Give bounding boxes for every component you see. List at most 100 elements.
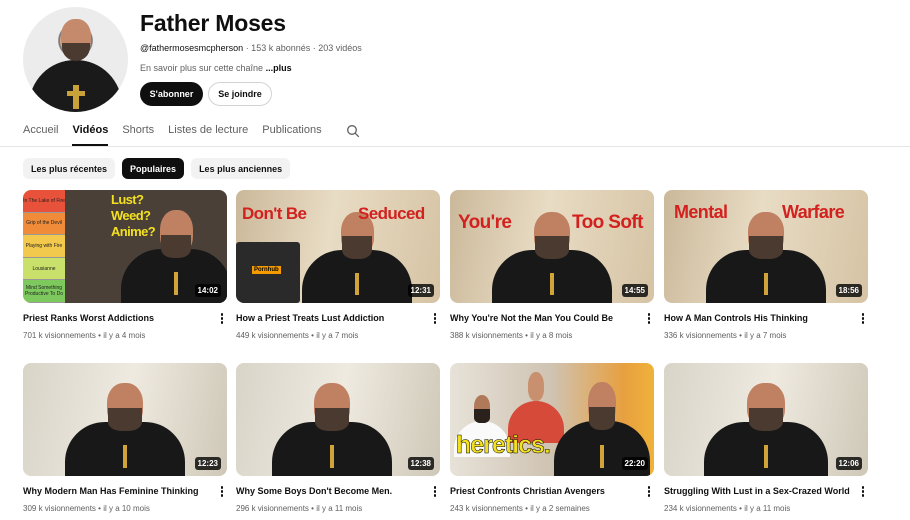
video-age: il y a 10 mois	[103, 504, 150, 513]
video-stats: 336 k visionnements • il y a 7 mois	[664, 331, 786, 340]
channel-counts: · 153 k abonnés · 203 vidéos	[243, 43, 362, 53]
search-icon[interactable]	[346, 124, 360, 138]
tab-shorts[interactable]: Shorts	[122, 122, 154, 146]
video-title[interactable]: Priest Ranks Worst Addictions	[23, 313, 209, 323]
video-title[interactable]: How A Man Controls His Thinking	[664, 313, 850, 323]
video-card[interactable]: Mental Warfare 18:56 How A Man Controls …	[664, 190, 868, 340]
video-stats: 388 k visionnements • il y a 8 mois	[450, 331, 572, 340]
channel-description-text: En savoir plus sur cette chaîne	[140, 63, 264, 73]
video-card[interactable]: Pornhub Don't Be Seduced 12:31 How a Pri…	[236, 190, 440, 340]
ladder-step: In The Lake of Fire	[23, 190, 65, 213]
video-duration: 12:31	[407, 284, 434, 297]
laptop-graphic: Pornhub	[236, 242, 300, 303]
chip-popular[interactable]: Populaires	[122, 158, 185, 179]
video-duration: 12:23	[194, 457, 221, 470]
video-views: 243 k visionnements	[450, 504, 523, 513]
video-duration: 14:55	[621, 284, 648, 297]
thumb-text: Warfare	[782, 202, 845, 222]
thumb-text: You're	[458, 212, 512, 233]
chip-oldest[interactable]: Les plus anciennes	[191, 158, 291, 179]
thumb-text: Weed?	[111, 208, 151, 223]
video-duration: 12:06	[835, 457, 862, 470]
tab-home[interactable]: Accueil	[23, 122, 58, 146]
video-views: 234 k visionnements	[664, 504, 737, 513]
ladder-step: Grip of the Devil	[23, 212, 65, 236]
video-thumbnail[interactable]: In The Lake of Fire Grip of the Devil Pl…	[23, 190, 227, 303]
priest-figure	[65, 373, 185, 476]
video-views: 388 k visionnements	[450, 331, 523, 340]
video-age: il y a 11 mois	[744, 504, 791, 513]
addiction-ladder: In The Lake of Fire Grip of the Devil Pl…	[23, 190, 65, 303]
more-options-icon[interactable]	[860, 313, 866, 325]
avatar-cross	[67, 85, 85, 109]
video-age: il y a 4 mois	[103, 331, 146, 340]
video-stats: 309 k visionnements • il y a 10 mois	[23, 504, 150, 513]
video-card[interactable]: 12:23 Why Modern Man Has Feminine Thinki…	[23, 363, 227, 513]
channel-avatar[interactable]	[23, 7, 128, 112]
video-card[interactable]: You're Too Soft 14:55 Why You're Not the…	[450, 190, 654, 340]
video-duration: 22:20	[621, 457, 648, 470]
more-options-icon[interactable]	[432, 313, 438, 325]
ladder-step: Lousianne	[23, 257, 65, 281]
tabs-divider	[0, 146, 910, 147]
video-age: il y a 11 mois	[316, 504, 363, 513]
more-options-icon[interactable]	[646, 486, 652, 498]
tab-videos[interactable]: Vidéos	[72, 122, 108, 146]
video-age: il y a 7 mois	[316, 331, 359, 340]
video-thumbnail[interactable]: Mental Warfare 18:56	[664, 190, 868, 303]
ladder-step: Mind Something Productive To Do	[23, 280, 65, 303]
more-options-icon[interactable]	[646, 313, 652, 325]
channel-name: Father Moses	[140, 10, 286, 36]
more-options-icon[interactable]	[219, 313, 225, 325]
avatar-beard	[62, 43, 90, 61]
video-views: 336 k visionnements	[664, 331, 737, 340]
channel-handle: @fathermosesmcpherson	[140, 43, 244, 53]
video-thumbnail[interactable]: Pornhub Don't Be Seduced 12:31	[236, 190, 440, 303]
video-title[interactable]: Priest Confronts Christian Avengers	[450, 486, 636, 496]
video-title[interactable]: How a Priest Treats Lust Addiction	[236, 313, 422, 323]
video-card[interactable]: 12:06 Struggling With Lust in a Sex-Craz…	[664, 363, 868, 513]
video-title[interactable]: Why Modern Man Has Feminine Thinking	[23, 486, 209, 496]
video-thumbnail[interactable]: 12:38	[236, 363, 440, 476]
priest-figure	[704, 373, 828, 476]
thumb-text: Don't Be	[242, 204, 307, 223]
laptop-logo: Pornhub	[252, 266, 281, 274]
video-age: il y a 7 mois	[744, 331, 787, 340]
more-options-icon[interactable]	[860, 486, 866, 498]
channel-description[interactable]: En savoir plus sur cette chaîne ...plus	[140, 63, 292, 73]
more-options-icon[interactable]	[219, 486, 225, 498]
video-views: 701 k visionnements	[23, 331, 96, 340]
video-stats: 296 k visionnements • il y a 11 mois	[236, 504, 362, 513]
more-options-icon[interactable]	[432, 486, 438, 498]
video-duration: 12:38	[407, 457, 434, 470]
thumb-text: Seduced	[358, 204, 425, 223]
video-stats: 234 k visionnements • il y a 11 mois	[664, 504, 790, 513]
tab-playlists[interactable]: Listes de lecture	[168, 122, 248, 146]
video-card[interactable]: 12:38 Why Some Boys Don't Become Men. 29…	[236, 363, 440, 513]
video-card[interactable]: In The Lake of Fire Grip of the Devil Pl…	[23, 190, 227, 340]
sort-chips: Les plus récentes Populaires Les plus an…	[23, 158, 297, 179]
chip-latest[interactable]: Les plus récentes	[23, 158, 116, 179]
video-thumbnail[interactable]: 12:06	[664, 363, 868, 476]
priest-figure	[272, 373, 392, 476]
subscribe-button[interactable]: S'abonner	[140, 82, 203, 106]
video-title[interactable]: Why Some Boys Don't Become Men.	[236, 486, 422, 496]
video-title[interactable]: Why You're Not the Man You Could Be	[450, 313, 636, 323]
video-age: il y a 2 semaines	[530, 504, 590, 513]
video-thumbnail[interactable]: 12:23	[23, 363, 227, 476]
ladder-step: Playing with Fire	[23, 235, 65, 258]
video-thumbnail[interactable]: heretics. 22:20	[450, 363, 654, 476]
video-card[interactable]: heretics. 22:20 Priest Confronts Christi…	[450, 363, 654, 513]
video-age: il y a 8 mois	[530, 331, 573, 340]
video-views: 449 k visionnements	[236, 331, 309, 340]
thumb-text: Too Soft	[572, 212, 643, 233]
thumb-text: heretics.	[456, 431, 551, 460]
tab-posts[interactable]: Publications	[262, 122, 321, 146]
more-link[interactable]: ...plus	[266, 63, 292, 73]
video-thumbnail[interactable]: You're Too Soft 14:55	[450, 190, 654, 303]
video-duration: 18:56	[835, 284, 862, 297]
video-title[interactable]: Struggling With Lust in a Sex-Crazed Wor…	[664, 486, 850, 496]
join-button[interactable]: Se joindre	[208, 82, 272, 106]
video-views: 309 k visionnements	[23, 504, 96, 513]
channel-tabs: Accueil Vidéos Shorts Listes de lecture …	[23, 122, 336, 146]
